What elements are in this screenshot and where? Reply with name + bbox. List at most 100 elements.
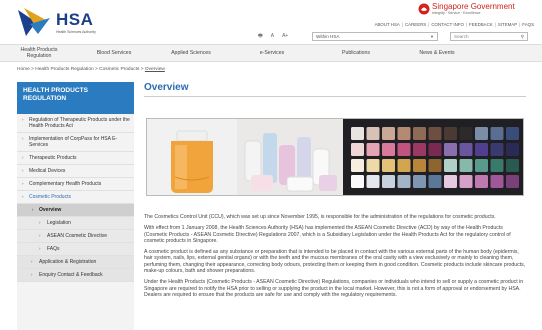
palette-swatch: [506, 127, 519, 140]
sidebar-item-label: Regulation of Therapeutic Products under…: [29, 117, 130, 129]
top-links: ABOUT HSA | CAREERS | CONTACT INFO | FEEDBACK |…: [373, 22, 536, 27]
font-decrease-icon[interactable]: A: [271, 33, 274, 41]
palette-swatch: [444, 143, 457, 156]
chevron-right-icon: ›: [22, 117, 24, 122]
palette-swatch: [490, 175, 504, 188]
palette-swatch: [351, 175, 364, 188]
sidebar-item-cosmetic-products[interactable]: › Cosmetic Products: [17, 191, 134, 204]
sidebar-item-medical-devices[interactable]: › Medical Devices: [17, 165, 134, 178]
top-link-sitemap[interactable]: SITEMAP: [496, 22, 519, 27]
nav-item-label: e-Services: [259, 50, 285, 56]
hsa-logo[interactable]: HSA Health Sciences Authority: [16, 6, 106, 36]
nav-item-publications[interactable]: Publications: [312, 45, 400, 61]
singapore-government-logo[interactable]: Singapore Government Integrity · Service…: [418, 2, 538, 16]
sidebar-item-implementation-of-corppass-for-hsa-e-services[interactable]: › Implementation of CorpPass for HSA E-Se…: [17, 133, 134, 152]
palette-swatch: [459, 127, 473, 140]
top-link-contact-info[interactable]: CONTACT INFO: [429, 22, 466, 27]
breadcrumb-home[interactable]: Home: [17, 67, 30, 72]
content-paragraph: Under the Health Products (Cosmetic Prod…: [144, 279, 524, 298]
hsa-swoosh-icon: [18, 8, 50, 36]
palette-swatch: [490, 143, 504, 156]
nav-item-label: News & Events: [419, 50, 455, 56]
sidebar-item-legislation[interactable]: › Legislation: [17, 217, 134, 230]
content-paragraph: The Cosmetics Control Unit (CCU), which …: [144, 214, 496, 220]
palette-swatch: [413, 175, 426, 188]
nav-item-health-products-regulation[interactable]: Health Products Regulation: [0, 45, 78, 61]
palette-swatch: [475, 159, 488, 172]
sidebar-item-complementary-health-products[interactable]: › Complementary Health Products: [17, 178, 134, 191]
palette-swatch: [382, 143, 395, 156]
print-icon[interactable]: 🖶: [258, 33, 263, 41]
palette-swatch: [490, 127, 504, 140]
sidebar-item-asean-cosmetic-directive[interactable]: › ASEAN Cosmetic Directive: [17, 230, 134, 243]
palette-swatch: [428, 127, 442, 140]
palette-swatch: [459, 159, 473, 172]
chevron-right-icon: ›: [22, 181, 24, 186]
content-paragraph: With effect from 1 January 2008, the Hea…: [144, 225, 511, 244]
palette-swatch: [506, 175, 519, 188]
search-placeholder: Search: [454, 34, 469, 39]
chevron-right-icon: ›: [39, 220, 41, 225]
sidebar-item-overview[interactable]: › Overview: [17, 204, 134, 217]
bottle-illustration: [147, 119, 237, 195]
search-scope-select[interactable]: Within HSA ▼: [312, 32, 438, 41]
palette-swatch: [351, 143, 364, 156]
nav-item-label: Publications: [342, 50, 370, 56]
palette-swatch: [366, 159, 380, 172]
top-link-faqs[interactable]: FAQS: [520, 22, 536, 27]
sidebar-list: › Regulation of Therapeutic Products unde…: [17, 114, 134, 282]
sidebar-heading: HEALTH PRODUCTS REGULATION: [17, 82, 134, 114]
logo-wordmark: HSA: [56, 10, 94, 29]
nav-item-label: Health Products Regulation: [20, 47, 58, 59]
palette-swatch: [444, 159, 457, 172]
gov-title: Singapore Government: [432, 2, 515, 11]
title-divider: [144, 96, 526, 97]
palette-swatch: [444, 127, 457, 140]
breadcrumb-cosmetic-products[interactable]: Cosmetic Products: [99, 67, 139, 72]
sidebar-item-regulation-of-therapeutic-products-under-the-health-products-act[interactable]: › Regulation of Therapeutic Products unde…: [17, 114, 134, 133]
chevron-right-icon: ›: [32, 207, 34, 212]
sidebar-item-label: ASEAN Cosmetic Directive: [47, 233, 108, 239]
sidebar-item-label: Implementation of CorpPass for HSA E-Ser…: [29, 136, 118, 148]
search-input[interactable]: Search ⚲: [450, 32, 528, 41]
banner-bottle-image: [147, 119, 237, 195]
chevron-right-icon: ›: [22, 194, 24, 199]
chevron-right-icon: ›: [39, 246, 41, 251]
nav-item-e-services[interactable]: e-Services: [232, 45, 312, 61]
palette-swatch: [366, 143, 380, 156]
palette-swatch: [459, 175, 473, 188]
gov-subtitle: Integrity · Service · Excellence: [432, 11, 481, 15]
font-increase-icon[interactable]: A+: [282, 33, 288, 41]
search-scope-value: Within HSA: [316, 34, 340, 39]
sidebar-item-label: Legislation: [47, 220, 71, 226]
sidebar-item-label: Enquiry Contact & Feedback: [39, 272, 103, 278]
page-tools: 🖶 A A+: [258, 33, 288, 41]
main-nav: Health Products Regulation Blood Service…: [0, 44, 542, 62]
palette-swatch: [475, 127, 488, 140]
sidebar-item-faqs[interactable]: › FAQs: [17, 243, 134, 256]
banner-palette-image: [343, 119, 523, 195]
nav-item-applied-sciences[interactable]: Applied Sciences: [150, 45, 232, 61]
sidebar-item-therapeutic-products[interactable]: › Therapeutic Products: [17, 152, 134, 165]
palette-swatch: [490, 159, 504, 172]
search-icon[interactable]: ⚲: [521, 34, 524, 40]
breadcrumb: Home > Health Products Regulation > Cosm…: [17, 67, 165, 72]
bottles-illustration: [237, 119, 343, 195]
sidebar-item-application-registration[interactable]: › Application & Registration: [17, 256, 134, 269]
site-header: HSA Health Sciences Authority Singapore …: [0, 0, 542, 44]
palette-swatch: [397, 159, 411, 172]
palette-swatch: [351, 159, 364, 172]
eyeshadow-palette-illustration: [343, 119, 523, 195]
sidebar-item-label: FAQs: [47, 246, 60, 252]
palette-swatch: [413, 159, 426, 172]
top-link-about-hsa[interactable]: ABOUT HSA: [373, 22, 402, 27]
palette-swatch: [444, 175, 457, 188]
sidebar-item-enquiry-contact-feedback[interactable]: › Enquiry Contact & Feedback: [17, 269, 134, 282]
content-paragraph: A cosmetic product is defined as any sub…: [144, 249, 526, 275]
breadcrumb-health-products-regulation[interactable]: Health Products Regulation: [35, 67, 93, 72]
top-link-feedback[interactable]: FEEDBACK: [467, 22, 495, 27]
nav-item-news-events[interactable]: News & Events: [400, 45, 474, 61]
palette-swatch: [382, 175, 395, 188]
top-link-careers[interactable]: CAREERS: [403, 22, 428, 27]
nav-item-blood-services[interactable]: Blood Services: [78, 45, 150, 61]
